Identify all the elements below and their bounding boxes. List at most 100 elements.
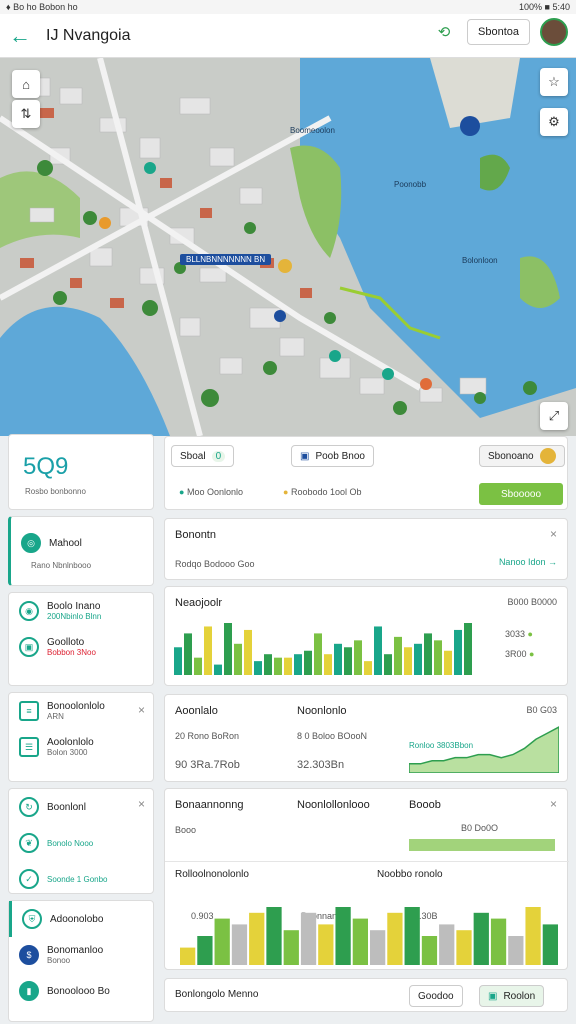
- bar: [194, 657, 202, 675]
- sidebar-item[interactable]: ◉ Boolo Inano 200Nbinlo Blnn: [9, 593, 153, 629]
- stat-label: Rosbo bonbonno: [25, 487, 86, 496]
- close-icon[interactable]: ×: [550, 527, 557, 541]
- sidebar-item[interactable]: ☰ Aoolonlolo Bolon 3000: [9, 729, 153, 765]
- area-series: [409, 726, 559, 773]
- bar: [370, 930, 386, 965]
- bar: [324, 654, 332, 675]
- bar: [300, 912, 317, 965]
- bar: [334, 643, 342, 675]
- bar: [525, 907, 541, 965]
- close-icon[interactable]: ×: [138, 703, 145, 717]
- app-bar: ← IJ Nvangoia ⟲ Sbontoa: [0, 14, 576, 58]
- bar: [354, 640, 362, 675]
- info-icon: ●: [179, 487, 185, 497]
- appbar-button[interactable]: Sbontoa: [467, 19, 530, 45]
- shield-icon: ⛨: [22, 909, 42, 929]
- sidebar-item[interactable]: ⛨ Adoonolobo: [9, 901, 153, 937]
- active-sub: Rano Nbnlnbooo: [31, 561, 92, 570]
- stat-value: 5Q9: [23, 453, 69, 480]
- details-link[interactable]: Nanoo Idon →: [499, 557, 557, 567]
- chart1-legend-a-label: 3033: [505, 629, 526, 639]
- avatar[interactable]: [540, 18, 568, 46]
- user-icon: [539, 448, 556, 464]
- bar: [444, 650, 452, 675]
- bar: [542, 924, 558, 965]
- sidebar-item-title: Bonoolooo Bo: [47, 985, 110, 997]
- sidebar-active-item[interactable]: ◎ Mahool Rano Nbnlnbooo: [8, 516, 154, 586]
- settings-icon[interactable]: ⚙: [540, 108, 568, 136]
- chart1-tag: B000 B0000: [507, 597, 557, 607]
- star-icon[interactable]: ☆: [540, 68, 568, 96]
- sidebar-group-c: ↻ Boonlonl × ❦ Bonolo Nooo ✓ Soonde 1 Go…: [8, 788, 154, 894]
- stats-row-b: 8 0 Boloo BOooN: [297, 731, 368, 741]
- bar: [344, 647, 352, 675]
- chart2-tag: B0 Do0O: [461, 823, 499, 833]
- chart1-legend-b: 3R00 ●: [505, 649, 535, 659]
- sidebar-item[interactable]: ❦ Bonolo Nooo: [9, 825, 153, 861]
- sidebar-item[interactable]: ≡ Bonoolonlolo ARN ×: [9, 693, 153, 729]
- back-arrow-icon[interactable]: ←: [0, 16, 40, 56]
- city-map[interactable]: ⌂ ⇅ ☆ ⚙ ⤢ Poonobb Boomeoolon Bolonloon B…: [0, 58, 576, 436]
- bar: [197, 936, 213, 965]
- sidebar-item[interactable]: ▣ Goolloto Bobbon 3Noo: [9, 629, 153, 665]
- bar: [318, 924, 334, 965]
- chart2-row: Booo: [175, 825, 197, 835]
- leaf-icon: ❦: [19, 833, 39, 853]
- active-title: Mahool: [49, 537, 82, 549]
- bar: [294, 654, 302, 675]
- bar: [234, 643, 242, 675]
- chart1-legend-a: 3033 ●: [505, 629, 533, 639]
- layers-icon[interactable]: ⇅: [12, 100, 40, 128]
- sidebar-item[interactable]: $ Bonomanloo Bonoo: [9, 937, 153, 973]
- bar: [304, 650, 312, 675]
- app-title: IJ Nvangoia: [46, 26, 131, 44]
- filter-chip-a[interactable]: Sboal 0: [171, 445, 235, 467]
- status-left: ♦ Bo ho Bobon ho: [6, 2, 78, 12]
- filter-action-button[interactable]: Sbooooo: [479, 483, 563, 505]
- bar: [184, 633, 192, 675]
- bar: [283, 930, 299, 965]
- bar: [456, 930, 472, 965]
- close-icon[interactable]: ×: [138, 797, 145, 811]
- close-icon[interactable]: ×: [550, 797, 557, 811]
- stats-val-b: 32.303Bn: [297, 759, 345, 771]
- bar: [364, 661, 372, 675]
- bar: [264, 654, 272, 675]
- compass-icon[interactable]: ⌂: [12, 70, 40, 98]
- details-title: Bonontn: [175, 529, 216, 541]
- stat-card: 5Q9 Rosbo bonbonno: [8, 434, 154, 510]
- sidebar-item[interactable]: ✓ Soonde 1 Gonbo: [9, 861, 153, 897]
- clock-icon: ●: [283, 487, 289, 497]
- bar: [424, 633, 432, 675]
- expand-icon[interactable]: ⤢: [540, 402, 568, 430]
- refresh-icon[interactable]: ⟲: [431, 19, 457, 45]
- bar: [374, 626, 382, 675]
- map-chip[interactable]: BLLNBNNNNNNN BN: [180, 254, 272, 265]
- bar: [214, 664, 222, 675]
- info-a-label: Moo Oonlonlo: [186, 487, 243, 497]
- sidebar-item[interactable]: ▮ Bonoolooo Bo: [9, 973, 153, 1009]
- bar: [254, 661, 262, 675]
- sidebar-item-sub: ARN: [47, 712, 64, 721]
- filter-chip-c[interactable]: Sbonoano: [479, 445, 565, 467]
- sidebar-item-title: Soonde 1 Gonbo: [47, 874, 108, 884]
- sidebar-item-sub: 200Nbinlo Blnn: [47, 612, 102, 621]
- map-label-bay: Poonobb: [394, 180, 427, 189]
- stats-title-b: Noonlonlo: [297, 705, 347, 717]
- filter-chip-b[interactable]: ▣ Poob Bnoo: [291, 445, 374, 467]
- bar: [434, 640, 442, 675]
- footer-button-b[interactable]: ▣ Roolon: [479, 985, 545, 1007]
- sidebar-item-sub: Bonoo: [47, 956, 71, 965]
- sidebar-item-title: Bonomanloo: [47, 945, 104, 956]
- sidebar-item-title: Adoonolobo: [50, 913, 104, 925]
- bar: [284, 657, 292, 675]
- footer-button-a[interactable]: Goodoo: [409, 985, 463, 1007]
- chart3-title-a: Rolloolnonolonlo: [175, 869, 249, 880]
- footer-card: Bonlongolo Menno Goodoo ▣ Roolon: [164, 978, 568, 1012]
- bar: [387, 912, 403, 965]
- sidebar-item[interactable]: ↻ Boonlonl ×: [9, 789, 153, 825]
- sidebar-item-title: Boonlonl: [47, 801, 86, 813]
- chart1-legend-b-label: 3R00: [505, 649, 527, 659]
- bar: [180, 947, 196, 965]
- bar: [174, 647, 182, 675]
